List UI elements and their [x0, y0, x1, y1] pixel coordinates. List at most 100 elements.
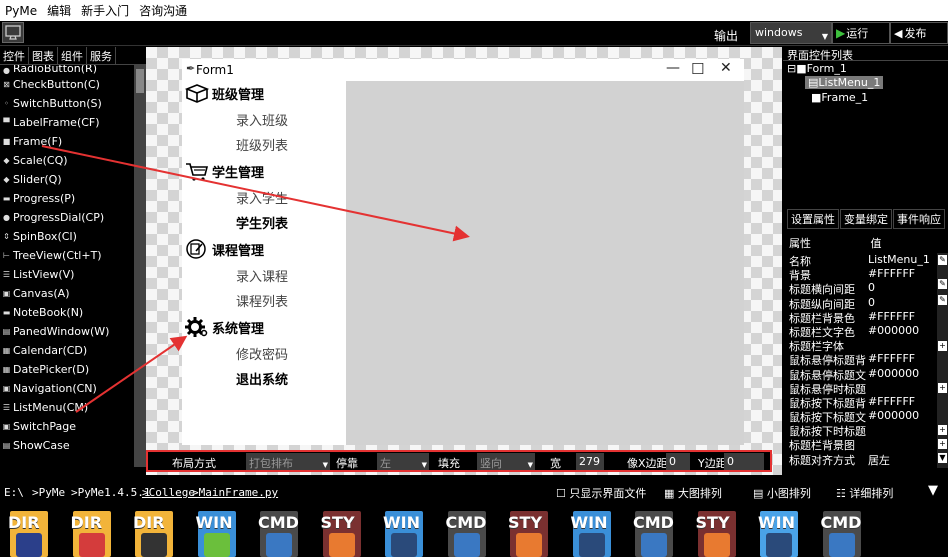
tree-node-frame[interactable]: ■Frame_1	[811, 91, 868, 104]
file-icon-dir[interactable]: DIR	[6, 511, 52, 557]
component-item[interactable]: ▦ Calendar(CD)	[0, 341, 134, 360]
component-item[interactable]: ■ Frame(F)	[0, 132, 134, 151]
attr-row[interactable]: 鼠标按下标题文 #000000	[789, 409, 937, 423]
component-item[interactable]: ▀ LabelFrame(CF)	[0, 113, 134, 132]
plus-icon[interactable]: +	[938, 341, 947, 351]
attr-row[interactable]: 标题栏背景色 #FFFFFF	[789, 310, 937, 324]
plus-icon[interactable]: +	[938, 383, 947, 393]
path-crumb[interactable]: >College	[142, 486, 195, 499]
tab-bindings[interactable]: 变量绑定	[840, 209, 892, 229]
width-input[interactable]: 279	[576, 453, 604, 470]
scrollbar[interactable]	[134, 65, 146, 467]
attr-value[interactable]: #FFFFFF	[868, 310, 937, 324]
pady-input[interactable]: 0	[724, 453, 764, 470]
file-icon-win[interactable]: WIN	[569, 511, 615, 557]
attr-value[interactable]: #FFFFFF	[868, 267, 937, 281]
file-icon-dir[interactable]: DIR	[131, 511, 177, 557]
component-item[interactable]: ⇕ SpinBox(CI)	[0, 227, 134, 246]
padx-input[interactable]: 0	[666, 453, 690, 470]
attr-value[interactable]	[868, 381, 937, 395]
menu-edit[interactable]: 编辑	[42, 2, 76, 19]
collapse-icon[interactable]: ▼	[928, 483, 938, 498]
form-window[interactable]: ✒ Form1 — ☐ ✕ 班级管理 录入班级 班级列表 学生管理 录入学生 学…	[182, 59, 744, 445]
file-icon-win[interactable]: WIN	[381, 511, 427, 557]
path-drive[interactable]: E:\	[4, 486, 24, 499]
edit-icon[interactable]: ✎	[938, 295, 947, 305]
component-item[interactable]: ◆ Slider(Q)	[0, 170, 134, 189]
attr-value[interactable]: #FFFFFF	[868, 352, 937, 366]
attr-row[interactable]: 标题栏背景图	[789, 437, 937, 451]
component-item[interactable]: ⊢ TreeView(Ctl+T)	[0, 246, 134, 265]
menu-item-add-class[interactable]: 录入班级	[236, 110, 288, 129]
dock-select[interactable]: 左 ▼	[377, 453, 429, 470]
menu-header-student[interactable]: 学生管理	[184, 159, 264, 183]
component-item[interactable]: ▤ ShowCase	[0, 436, 134, 455]
menu-consult[interactable]: 咨询沟通	[134, 2, 192, 19]
path-crumb[interactable]: >PyMe1.4.5.1	[71, 486, 150, 499]
attr-value[interactable]	[868, 423, 937, 437]
tab-properties[interactable]: 设置属性	[787, 209, 839, 229]
maximize-icon[interactable]: ☐	[691, 60, 704, 78]
tree-node-listmenu[interactable]: ▤ListMenu_1	[805, 76, 884, 89]
component-item[interactable]: ● ProgressDial(CP)	[0, 208, 134, 227]
tab-charts[interactable]: 图表	[29, 47, 58, 64]
plus-icon[interactable]: +	[938, 425, 947, 435]
menu-header-system[interactable]: 系统管理	[184, 315, 264, 339]
component-item[interactable]: ▤ PanedWindow(W)	[0, 322, 134, 341]
attr-row[interactable]: 背景 #FFFFFF	[789, 267, 937, 281]
only-ui-checkbox[interactable]: ☐ 只显示界面文件	[556, 485, 646, 501]
attr-row[interactable]: 标题横向间距 0	[789, 281, 937, 295]
splitter[interactable]	[0, 475, 948, 482]
file-icon-cmd[interactable]: CMD	[256, 511, 302, 557]
component-item[interactable]: ▬ NoteBook(N)	[0, 303, 134, 322]
close-icon[interactable]: ✕	[720, 60, 732, 76]
view-detail-button[interactable]: ☷ 详细排列	[836, 485, 893, 501]
file-icon-sty[interactable]: STY	[694, 511, 740, 557]
component-item[interactable]: ☰ ListMenu(CM)	[0, 398, 134, 417]
scrollbar-thumb[interactable]	[136, 69, 144, 93]
component-item[interactable]: ◆ Scale(CQ)	[0, 151, 134, 170]
file-icon-cmd[interactable]: CMD	[819, 511, 865, 557]
attr-row[interactable]: 标题对齐方式 居左	[789, 452, 937, 466]
component-item[interactable]: ▣ Navigation(CN)	[0, 379, 134, 398]
attr-value[interactable]: #FFFFFF	[868, 395, 937, 409]
attr-row[interactable]: 标题纵向间距 0	[789, 296, 937, 310]
attr-row[interactable]: 鼠标悬停时标题	[789, 381, 937, 395]
publish-button[interactable]: ◀ 发布	[890, 22, 948, 44]
attr-row[interactable]: 鼠标按下标题背 #FFFFFF	[789, 395, 937, 409]
attr-row[interactable]: 标题栏字体	[789, 338, 937, 352]
attr-value[interactable]: ListMenu_1	[868, 253, 937, 267]
plus-icon[interactable]: +	[938, 439, 947, 449]
fill-select[interactable]: 竖向 ▼	[477, 453, 535, 470]
menu-item-change-password[interactable]: 修改密码	[236, 344, 288, 363]
attr-value[interactable]: #000000	[868, 367, 937, 381]
attr-value[interactable]: 0	[868, 281, 937, 295]
component-item[interactable]: ◦ SwitchButton(S)	[0, 94, 134, 113]
attr-value[interactable]: #000000	[868, 324, 937, 338]
menu-item-class-list[interactable]: 班级列表	[236, 135, 288, 154]
minimize-icon[interactable]: —	[666, 60, 680, 76]
menu-item-student-list[interactable]: 学生列表	[236, 213, 288, 232]
file-icon-sty[interactable]: STY	[319, 511, 365, 557]
frame-widget[interactable]	[346, 81, 744, 445]
component-item[interactable]: ▣ Canvas(A)	[0, 284, 134, 303]
attr-row[interactable]: 鼠标悬停标题背 #FFFFFF	[789, 352, 937, 366]
menu-header-course[interactable]: 课程管理	[184, 237, 264, 261]
design-canvas[interactable]: ✒ Form1 — ☐ ✕ 班级管理 录入班级 班级列表 学生管理 录入学生 学…	[146, 47, 782, 475]
component-item[interactable]: ☰ ListView(V)	[0, 265, 134, 284]
menu-item-exit[interactable]: 退出系统	[236, 369, 288, 388]
layout-select[interactable]: 打包排布 ▼	[246, 453, 330, 470]
component-item[interactable]: ▣ SwitchPage	[0, 417, 134, 436]
file-icon-win[interactable]: WIN	[756, 511, 802, 557]
attr-value[interactable]: #000000	[868, 409, 937, 423]
file-icon-dir[interactable]: DIR	[69, 511, 115, 557]
tree-node-form[interactable]: ⊟■Form_1	[787, 62, 847, 75]
component-item[interactable]: ▬ Progress(P)	[0, 189, 134, 208]
menu-item-add-course[interactable]: 录入课程	[236, 266, 288, 285]
attr-row[interactable]: 鼠标悬停标题文 #000000	[789, 367, 937, 381]
path-crumb[interactable]: >PyMe	[32, 486, 65, 499]
file-icon-sty[interactable]: STY	[506, 511, 552, 557]
edit-icon[interactable]: ✎	[938, 255, 947, 265]
file-icon-win[interactable]: WIN	[194, 511, 240, 557]
component-item[interactable]: ▦ DatePicker(D)	[0, 360, 134, 379]
